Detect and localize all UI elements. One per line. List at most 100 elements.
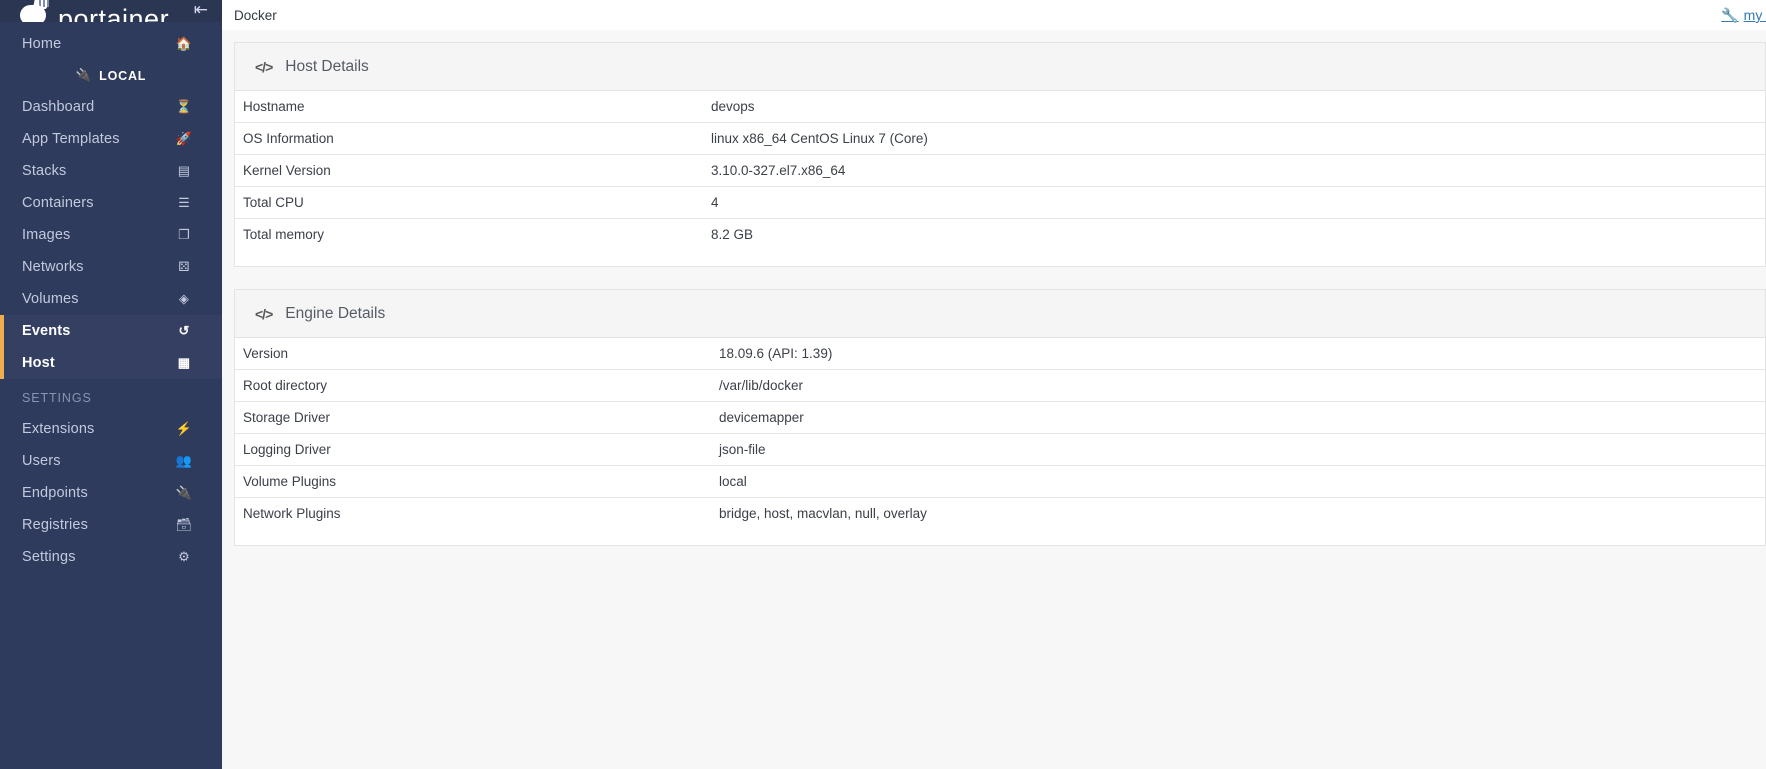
- home-icon: 🏠: [175, 36, 193, 51]
- database-icon: 🗃: [175, 517, 193, 532]
- networks-icon: ⚄: [178, 259, 190, 274]
- portainer-whale-logo-icon: [18, 0, 52, 22]
- row-key: Total memory: [235, 218, 711, 250]
- sidebar-item-label: Networks: [22, 259, 84, 275]
- row-key: Storage Driver: [235, 401, 711, 434]
- sidebar-section-settings-title: SETTINGS: [22, 391, 92, 405]
- wrench-icon: 🔧: [1721, 6, 1739, 23]
- users-icon: 👥: [175, 453, 193, 468]
- sidebar-item-settings[interactable]: Settings ⚙: [0, 541, 222, 573]
- sidebar-item-label: Users: [22, 453, 61, 469]
- sidebar-item-images[interactable]: Images ❐: [0, 219, 222, 251]
- engine-details-body: Version 18.09.6 (API: 1.39) Root directo…: [234, 338, 1766, 546]
- endpoint-group-label: LOCAL: [99, 68, 147, 83]
- breadcrumb: Docker: [234, 7, 277, 23]
- engine-details-panel-header: </> Engine Details: [234, 289, 1766, 338]
- sidebar-active-group: Events ↺ Host ▦: [0, 315, 222, 379]
- table-row: OS Information linux x86_64 CentOS Linux…: [235, 122, 1765, 155]
- sidebar-item-label: Volumes: [22, 291, 79, 307]
- main-content: Docker 🔧 my a </> Host Details Hostname …: [222, 0, 1766, 769]
- row-value: json-file: [711, 433, 1765, 466]
- sidebar-item-networks[interactable]: Networks ⚄: [0, 251, 222, 283]
- sidebar-item-label: Extensions: [22, 421, 95, 437]
- content-area: </> Host Details Hostname devops OS Info…: [222, 30, 1766, 769]
- panel-bottom-padding: [235, 529, 1765, 545]
- sidebar-item-label: Events: [22, 323, 71, 339]
- sidebar-item-host[interactable]: Host ▦: [4, 347, 222, 379]
- host-details-panel: </> Host Details Hostname devops OS Info…: [234, 42, 1766, 267]
- table-row: Total CPU 4: [235, 186, 1765, 219]
- sidebar-item-users[interactable]: Users 👥: [0, 445, 222, 477]
- row-key: Kernel Version: [235, 154, 711, 187]
- host-details-panel-header: </> Host Details: [234, 42, 1766, 91]
- row-key: Network Plugins: [235, 497, 711, 529]
- host-details-body: Hostname devops OS Information linux x86…: [234, 91, 1766, 267]
- table-row: Volume Plugins local: [235, 465, 1765, 498]
- row-key: Logging Driver: [235, 433, 711, 466]
- sidebar-item-extensions[interactable]: Extensions ⚡: [0, 413, 222, 445]
- row-key: Volume Plugins: [235, 465, 711, 498]
- row-value: 4: [711, 186, 1765, 219]
- row-key: Version: [243, 346, 289, 361]
- sidebar-nav: Home 🏠 🔌 LOCAL Dashboard ⏳ App Templates…: [0, 22, 222, 769]
- sidebar-item-home[interactable]: Home 🏠: [0, 28, 222, 60]
- host-details-table: Hostname devops OS Information linux x86…: [235, 91, 1765, 250]
- sidebar-item-label: Home: [22, 36, 62, 52]
- my-account-link[interactable]: 🔧 my a: [1721, 7, 1766, 24]
- row-value: linux x86_64 CentOS Linux 7 (Core): [711, 122, 1765, 155]
- my-account-label: my a: [1743, 7, 1766, 23]
- table-row: Kernel Version 3.10.0-327.el7.x86_64: [235, 154, 1765, 187]
- sidebar-item-label: Images: [22, 227, 71, 243]
- sidebar-item-label: Containers: [22, 195, 94, 211]
- sidebar-item-label: Endpoints: [22, 485, 88, 501]
- row-value: 8.2 GB: [711, 218, 1765, 250]
- row-value: local: [711, 465, 1765, 498]
- table-row: Storage Driver devicemapper: [235, 401, 1765, 434]
- sidebar-item-stacks[interactable]: Stacks ▤: [0, 155, 222, 187]
- plug-icon: 🔌: [175, 485, 193, 500]
- row-value: /var/lib/docker: [711, 369, 1765, 402]
- table-row: Network Plugins bridge, host, macvlan, n…: [235, 497, 1765, 529]
- sidebar-item-app-templates[interactable]: App Templates 🚀: [0, 123, 222, 155]
- plug-icon: 🔌: [75, 68, 93, 82]
- table-row: Logging Driver json-file: [235, 433, 1765, 466]
- rocket-icon: 🚀: [175, 131, 193, 146]
- panel-bottom-padding: [235, 250, 1765, 266]
- dashboard-icon: ⏳: [175, 99, 193, 114]
- sidebar-item-label: Stacks: [22, 163, 67, 179]
- endpoint-group-local: 🔌 LOCAL: [0, 60, 222, 91]
- table-row: Version 18.09.6 (API: 1.39): [235, 338, 1765, 370]
- brand-name: portainer: [58, 4, 170, 23]
- sidebar-item-volumes[interactable]: Volumes ◈: [0, 283, 222, 315]
- gears-icon: ⚙: [178, 549, 190, 564]
- row-value: bridge, host, macvlan, null, overlay: [711, 497, 1765, 529]
- row-key: Hostname: [243, 99, 305, 114]
- collapse-arrow-icon[interactable]: ⇤: [194, 1, 208, 18]
- history-icon: ↺: [178, 323, 190, 338]
- topbar: Docker 🔧 my a: [222, 0, 1766, 30]
- engine-details-panel: </> Engine Details Version 18.09.6 (API:…: [234, 289, 1766, 546]
- sidebar-item-dashboard[interactable]: Dashboard ⏳: [0, 91, 222, 123]
- sidebar-item-label: Registries: [22, 517, 88, 533]
- row-value: 3.10.0-327.el7.x86_64: [711, 154, 1765, 187]
- engine-details-table: Version 18.09.6 (API: 1.39) Root directo…: [235, 338, 1765, 529]
- sidebar-item-containers[interactable]: Containers ☰: [0, 187, 222, 219]
- table-row: Hostname devops: [235, 91, 1765, 123]
- grid-icon: ▦: [177, 355, 191, 370]
- sidebar-item-endpoints[interactable]: Endpoints 🔌: [0, 477, 222, 509]
- sidebar-item-registries[interactable]: Registries 🗃: [0, 509, 222, 541]
- row-key: OS Information: [235, 122, 711, 155]
- table-row: Root directory /var/lib/docker: [235, 369, 1765, 402]
- sidebar-item-events[interactable]: Events ↺: [4, 315, 222, 347]
- host-details-title: Host Details: [285, 57, 369, 75]
- brand-logo[interactable]: portainer: [18, 0, 170, 23]
- engine-details-title: Engine Details: [285, 304, 386, 322]
- images-icon: ❐: [178, 227, 190, 242]
- sidebar-item-label: Host: [22, 355, 55, 371]
- row-key: Root directory: [235, 369, 711, 402]
- row-value: devicemapper: [711, 401, 1765, 434]
- row-value: devops: [711, 99, 755, 114]
- containers-icon: ☰: [178, 195, 190, 210]
- sidebar-item-label: Dashboard: [22, 99, 95, 115]
- table-row: Total memory 8.2 GB: [235, 218, 1765, 250]
